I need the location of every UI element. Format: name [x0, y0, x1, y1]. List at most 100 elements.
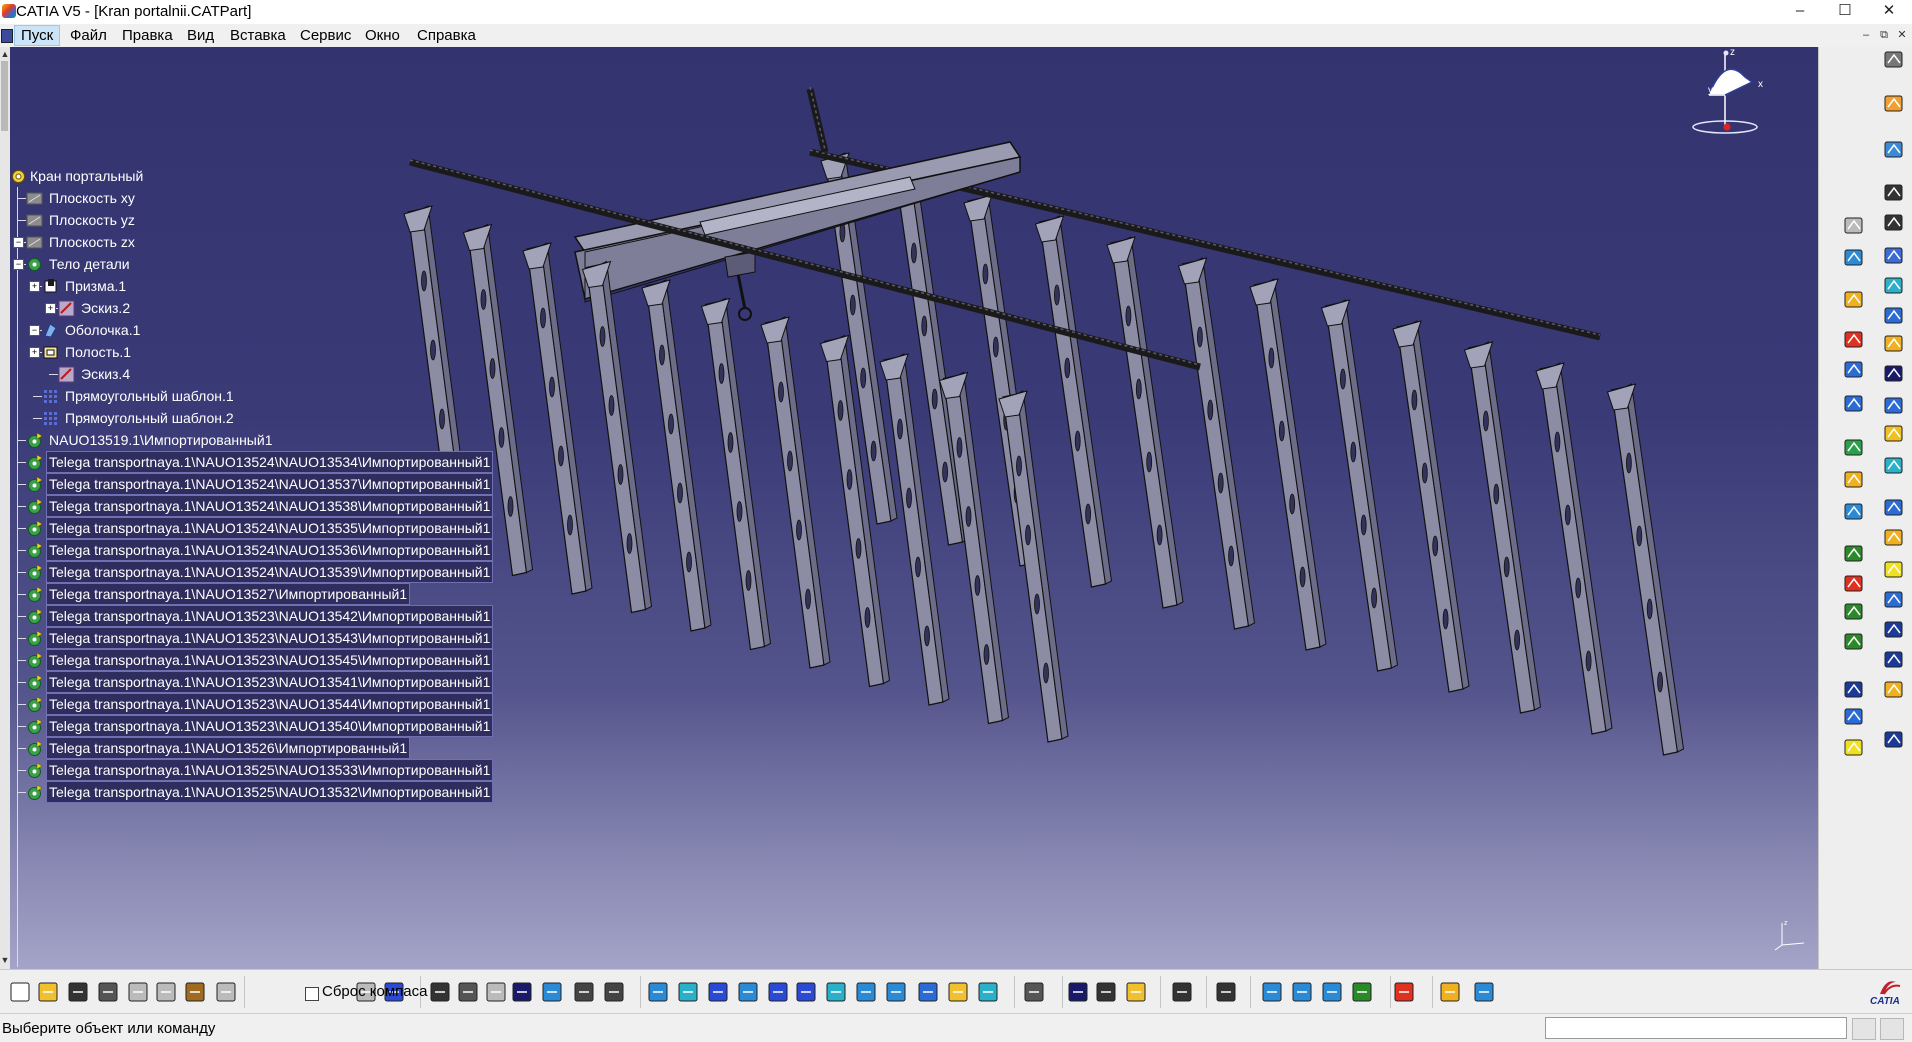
- boolean-remove-icon[interactable]: [1841, 357, 1867, 383]
- chamfer-icon[interactable]: [1881, 525, 1907, 551]
- draft-icon[interactable]: [1881, 557, 1907, 583]
- assembly-icon[interactable]: [1436, 978, 1464, 1006]
- constraint-fix-icon[interactable]: [1841, 571, 1867, 597]
- boolean-add-icon[interactable]: [1841, 327, 1867, 353]
- undo-icon[interactable]: [212, 978, 240, 1006]
- tree-expander-icon[interactable]: −: [13, 259, 24, 270]
- capture-icon[interactable]: [1020, 978, 1048, 1006]
- pan-icon[interactable]: [704, 978, 732, 1006]
- maximize-button[interactable]: ☐: [1822, 0, 1868, 24]
- part-icon[interactable]: [1841, 287, 1867, 313]
- minimize-button[interactable]: –: [1777, 0, 1823, 24]
- measure-icon[interactable]: [1841, 435, 1867, 461]
- close-button[interactable]: ✕: [1866, 0, 1912, 24]
- menu-edit[interactable]: Правка: [116, 26, 179, 45]
- table-icon[interactable]: [508, 978, 536, 1006]
- tree-expander-icon[interactable]: +: [29, 347, 40, 358]
- catia-logo[interactable]: CATIA: [1866, 976, 1910, 1010]
- print-icon[interactable]: [94, 978, 122, 1006]
- open-file-icon[interactable]: [34, 978, 62, 1006]
- disabled-icon[interactable]: [482, 978, 510, 1006]
- tree-expander-icon[interactable]: −: [29, 325, 40, 336]
- swap-icon[interactable]: [974, 978, 1002, 1006]
- menu-view[interactable]: Вид: [181, 26, 220, 45]
- spreadsheet-icon[interactable]: [1348, 978, 1376, 1006]
- doc-minimize-button[interactable]: –: [1858, 28, 1874, 42]
- tree-graph-icon[interactable]: [538, 978, 566, 1006]
- 3d-viewport[interactable]: z x y z Кран портальный Плоскость xy Плос…: [10, 47, 1818, 969]
- thread-icon[interactable]: [1881, 647, 1907, 673]
- disabled-tool-icon[interactable]: [1841, 213, 1867, 239]
- globe-icon[interactable]: [1318, 978, 1346, 1006]
- menu-insert[interactable]: Вставка: [224, 26, 292, 45]
- hide-show-icon[interactable]: [944, 978, 972, 1006]
- thickness-icon[interactable]: [1881, 617, 1907, 643]
- pad-icon[interactable]: [1881, 180, 1907, 206]
- product-icon[interactable]: [1470, 978, 1498, 1006]
- line-icon[interactable]: [1841, 704, 1867, 730]
- menu-file[interactable]: Файл: [64, 26, 113, 45]
- shell-feature-icon[interactable]: [1881, 587, 1907, 613]
- menu-start[interactable]: Пуск: [14, 25, 61, 46]
- camera-icon[interactable]: [1168, 978, 1196, 1006]
- scroll-thumb[interactable]: [1, 61, 8, 131]
- point-icon[interactable]: [1841, 677, 1867, 703]
- shading-icon[interactable]: [914, 978, 942, 1006]
- compass-reset-checkbox[interactable]: [305, 987, 319, 1001]
- intersect-icon[interactable]: [1841, 391, 1867, 417]
- fillet-icon[interactable]: [1881, 495, 1907, 521]
- hole-icon[interactable]: [1881, 303, 1907, 329]
- constraint-icon[interactable]: [1841, 541, 1867, 567]
- fly-mode-icon[interactable]: [644, 978, 672, 1006]
- loft-icon[interactable]: [1881, 421, 1907, 447]
- select-arrow-icon[interactable]: [1881, 91, 1907, 117]
- measure-between-icon[interactable]: [1064, 978, 1092, 1006]
- zoom-out-icon[interactable]: [792, 978, 820, 1006]
- map-icon[interactable]: [1288, 978, 1316, 1006]
- curvature-icon[interactable]: [1258, 978, 1286, 1006]
- sketcher-icon[interactable]: [1881, 137, 1907, 163]
- catalog-icon[interactable]: [570, 978, 598, 1006]
- normal-view-icon[interactable]: [822, 978, 850, 1006]
- pocket-icon[interactable]: [1881, 210, 1907, 236]
- tree-expander-icon[interactable]: +: [45, 303, 56, 314]
- slot-icon[interactable]: [1881, 361, 1907, 387]
- measure-item-icon[interactable]: [1092, 978, 1120, 1006]
- menu-window[interactable]: Окно: [359, 26, 406, 45]
- save-icon[interactable]: [64, 978, 92, 1006]
- doc-restore-button[interactable]: ⧉: [1876, 28, 1892, 42]
- settings-gear-icon[interactable]: [1881, 47, 1907, 73]
- status-button-1[interactable]: [1852, 1018, 1876, 1040]
- rotate-icon[interactable]: [734, 978, 762, 1006]
- stiffener-icon[interactable]: [1881, 393, 1907, 419]
- knowledge-icon[interactable]: [454, 978, 482, 1006]
- paste-icon[interactable]: [181, 978, 209, 1006]
- zoom-in-icon[interactable]: [764, 978, 792, 1006]
- copy-icon[interactable]: [152, 978, 180, 1006]
- rib-icon[interactable]: [1881, 331, 1907, 357]
- remove-loft-icon[interactable]: [1881, 453, 1907, 479]
- box-select-icon[interactable]: [1841, 245, 1867, 271]
- document-icon[interactable]: [1, 29, 13, 43]
- tree-expander-icon[interactable]: −: [13, 237, 24, 248]
- plane-tool-icon[interactable]: [1841, 735, 1867, 761]
- iso-view-icon[interactable]: [882, 978, 910, 1006]
- part-design-icon[interactable]: [1390, 978, 1418, 1006]
- cut-icon[interactable]: [124, 978, 152, 1006]
- menu-tools[interactable]: Сервис: [294, 26, 357, 45]
- shaft-icon[interactable]: [1881, 243, 1907, 269]
- scan-icon[interactable]: [600, 978, 628, 1006]
- constraint-contact-icon[interactable]: [1841, 599, 1867, 625]
- mirror-icon[interactable]: [1881, 677, 1907, 703]
- analysis-icon[interactable]: [1841, 467, 1867, 493]
- constraint-offset-icon[interactable]: [1841, 629, 1867, 655]
- pattern-icon[interactable]: [1881, 727, 1907, 753]
- quick-view-icon[interactable]: [852, 978, 880, 1006]
- scroll-up-icon[interactable]: ▲: [0, 49, 10, 59]
- menu-help[interactable]: Справка: [411, 26, 482, 45]
- compass-icon[interactable]: [1670, 47, 1780, 157]
- doc-close-button[interactable]: ✕: [1894, 28, 1910, 42]
- draft-analysis-icon[interactable]: [1212, 978, 1240, 1006]
- scroll-down-icon[interactable]: ▼: [0, 955, 10, 965]
- new-file-icon[interactable]: [6, 978, 34, 1006]
